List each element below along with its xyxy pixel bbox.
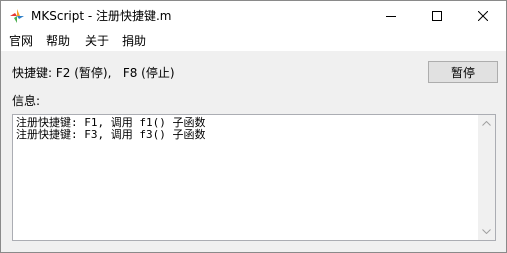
window-title: MKScript - 注册快捷键.m: [31, 9, 172, 23]
title-bar[interactable]: MKScript - 注册快捷键.m: [1, 1, 506, 31]
maximize-button[interactable]: [414, 1, 460, 31]
close-icon: [478, 11, 488, 21]
maximize-icon: [432, 11, 442, 21]
vertical-scrollbar[interactable]: [478, 115, 495, 240]
info-lines: 注册快捷键: F1, 调用 f1() 子函数 注册快捷键: F3, 调用 f3(…: [16, 117, 205, 141]
info-textbox[interactable]: 注册快捷键: F1, 调用 f1() 子函数 注册快捷键: F3, 调用 f3(…: [12, 114, 496, 241]
menu-bar: 官网 帮助 关于 捐助: [1, 31, 506, 51]
minimize-icon: [386, 16, 396, 17]
close-button[interactable]: [460, 1, 506, 31]
chevron-down-icon: [482, 229, 491, 234]
pause-button[interactable]: 暂停: [428, 61, 498, 83]
app-window: MKScript - 注册快捷键.m 官网 帮助 关于 捐助 快捷键: F2 (…: [0, 0, 507, 253]
info-line: 注册快捷键: F3, 调用 f3() 子函数: [16, 128, 206, 141]
minimize-button[interactable]: [368, 1, 414, 31]
scroll-up-button[interactable]: [478, 115, 495, 132]
menu-item-about[interactable]: 关于: [85, 34, 109, 48]
info-label: 信息:: [12, 94, 41, 108]
scroll-down-button[interactable]: [478, 223, 495, 240]
menu-item-website[interactable]: 官网: [9, 34, 33, 48]
app-logo-icon: [9, 8, 25, 24]
hotkey-info-label: 快捷键: F2 (暂停), F8 (停止): [12, 66, 175, 80]
menu-item-help[interactable]: 帮助: [46, 34, 70, 48]
chevron-up-icon: [482, 121, 491, 126]
menu-item-donate[interactable]: 捐助: [122, 34, 146, 48]
